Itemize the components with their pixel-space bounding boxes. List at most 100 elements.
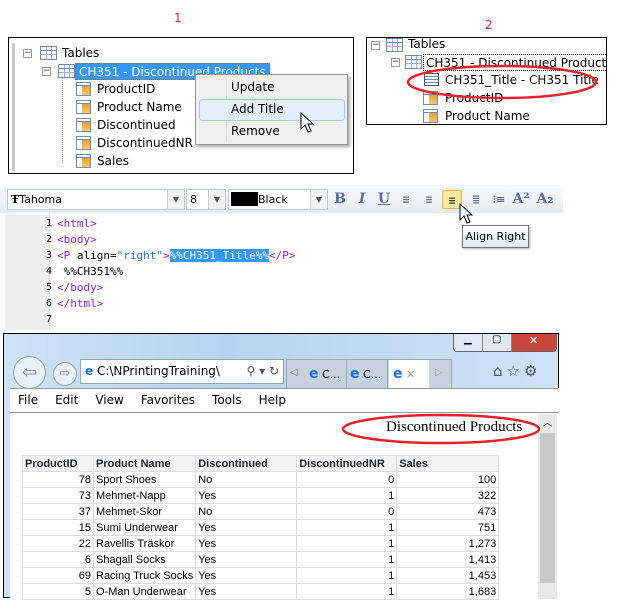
menu-tools[interactable]: Tools	[212, 389, 242, 412]
table-cell: 6	[22, 551, 94, 568]
selected-text: %%CH351_Title%%	[169, 249, 269, 262]
tree-item-field[interactable]: ProductID	[97, 81, 155, 98]
collapse-icon[interactable]: −	[23, 49, 32, 58]
data-table: ProductID Product Name Discontinued Discont…	[22, 455, 500, 600]
subscript-button[interactable]: A₂	[535, 190, 555, 209]
table-row: 73 Mehmet-Napp Yes 1 322	[22, 487, 500, 504]
table-cell: 69	[22, 567, 94, 584]
table-cell: 322	[396, 487, 500, 504]
chevron-down-icon[interactable]: ▼	[310, 190, 327, 209]
tree-item-field[interactable]: Discontinued	[97, 117, 176, 134]
menu-view[interactable]: View	[95, 389, 123, 412]
field-icon	[76, 136, 91, 150]
bullet-list-button[interactable]: ⁝≡	[489, 190, 509, 209]
tree-item-tables[interactable]: Tables	[62, 45, 99, 62]
menu-bar: File Edit View Favorites Tools Help	[10, 389, 559, 413]
tree-item-tables[interactable]: Tables	[408, 38, 445, 53]
menu-item-update[interactable]: Update	[231, 80, 274, 94]
tooltip: Align Right	[462, 225, 529, 248]
code-text: %%CH351%%	[57, 265, 124, 278]
maximize-button[interactable]: ▢	[482, 334, 512, 351]
search-refresh-icons[interactable]: ⚲ ▾ ↻	[244, 360, 279, 383]
table-header-row: ProductID Product Name Discontinued Discont…	[22, 455, 500, 472]
tree-item-field[interactable]: Product Name	[97, 99, 182, 116]
table-cell: 37	[22, 503, 94, 520]
ie-icon: e	[350, 366, 360, 382]
close-button[interactable]: ✕	[511, 334, 556, 351]
table-cell: 0	[296, 471, 398, 488]
table-cell: 1,413	[396, 551, 500, 568]
table-cell: Racing Truck Socks	[92, 567, 197, 584]
chevron-down-icon[interactable]: ▼	[208, 190, 225, 209]
code-line[interactable]: <html>	[57, 216, 97, 232]
close-tab-icon[interactable]: ✕	[406, 368, 415, 381]
tree-item-field[interactable]: Sales	[97, 153, 129, 170]
table-cell: Ravellis Träskor	[92, 535, 197, 552]
code-line[interactable]: </html>	[57, 296, 103, 312]
code-line[interactable]: </body>	[57, 280, 103, 296]
collapse-icon[interactable]: −	[42, 67, 51, 76]
field-icon	[76, 100, 91, 114]
font-select[interactable]: ŦTahoma ▼	[7, 189, 185, 210]
table-icon	[58, 64, 75, 78]
tree-item-field[interactable]: DiscontinuedNR	[97, 135, 193, 152]
superscript-button[interactable]: A²	[511, 190, 531, 209]
tab-scroll-right[interactable]: ▷	[435, 367, 443, 378]
browser-tab[interactable]: e C...	[348, 360, 388, 388]
menu-favorites[interactable]: Favorites	[141, 389, 195, 412]
column-header: Discontinued	[195, 455, 298, 472]
menu-edit[interactable]: Edit	[55, 389, 78, 412]
table-cell: 1	[296, 519, 398, 536]
table-cell: 73	[22, 487, 94, 504]
code-line[interactable]: <P align="right">%%CH351_Title%%</P>	[57, 248, 295, 264]
table-row: 78 Sport Shoes No 0 100	[22, 471, 500, 488]
code-tag: </P>	[268, 249, 296, 262]
home-favorites-settings-icons[interactable]: ⌂☆⚙	[493, 362, 541, 380]
color-select[interactable]: Black ▼	[228, 189, 328, 210]
browser-viewport: File Edit View Favorites Tools Help ︿ Discont…	[10, 388, 559, 600]
menu-item-remove[interactable]: Remove	[231, 124, 280, 138]
forward-button[interactable]: ⇨	[53, 362, 77, 386]
code-line[interactable]: <body>	[57, 232, 97, 248]
tree-item-field[interactable]: Product Name	[445, 108, 530, 124]
step-label-2: 2	[485, 18, 493, 32]
menu-file[interactable]: File	[18, 389, 38, 412]
table-row: 37 Mehmet-Skor No 0 473	[22, 503, 500, 520]
table-cell: 1	[296, 487, 398, 504]
underline-button[interactable]: U	[374, 190, 394, 209]
context-menu: Update Add Title Remove	[195, 74, 348, 145]
table-cell: Yes	[195, 519, 298, 536]
color-swatch	[231, 192, 258, 206]
italic-button[interactable]: I	[352, 190, 372, 209]
table-cell: Shagall Socks	[92, 551, 197, 568]
field-icon	[76, 154, 91, 168]
table-cell: Yes	[195, 567, 298, 584]
bold-button[interactable]: B	[330, 190, 350, 209]
line-number: 4	[45, 266, 52, 277]
browser-tab-active[interactable]: e ✕	[389, 360, 429, 390]
back-button[interactable]: ⇦	[13, 356, 46, 389]
collapse-icon[interactable]: −	[371, 41, 380, 50]
font-icon: Ŧ	[11, 193, 20, 206]
highlight-ellipse	[406, 64, 598, 100]
scrollbar-thumb[interactable]	[540, 433, 555, 583]
table-row: 69 Racing Truck Socks Yes 1 1,453	[22, 567, 500, 584]
menu-help[interactable]: Help	[259, 389, 286, 412]
address-bar[interactable]: e C:\NPrintingTraining\ ⚲ ▾ ↻	[80, 359, 284, 384]
align-center-button[interactable]: ≡	[419, 190, 439, 209]
size-select[interactable]: 8 ▼	[186, 189, 226, 210]
minimize-button[interactable]: ▁	[454, 334, 483, 351]
tab-strip: ◁ e C... e C... e ✕ ▷	[286, 359, 452, 390]
table-cell: Yes	[195, 535, 298, 552]
tab-scroll-left[interactable]: ◁	[290, 367, 298, 378]
table-cell: 78	[22, 471, 94, 488]
code-line[interactable]: %%CH351%%	[57, 264, 124, 280]
chevron-down-icon[interactable]: ▼	[167, 190, 184, 209]
collapse-icon[interactable]: −	[391, 58, 400, 67]
menu-item-add-title[interactable]: Add Title	[231, 102, 284, 116]
align-left-button[interactable]: ≡	[396, 190, 416, 209]
code-string: "right"	[116, 249, 163, 262]
highlight-ellipse	[341, 413, 541, 445]
code-tag: </body>	[57, 281, 104, 294]
browser-tab[interactable]: e C...	[307, 360, 347, 388]
